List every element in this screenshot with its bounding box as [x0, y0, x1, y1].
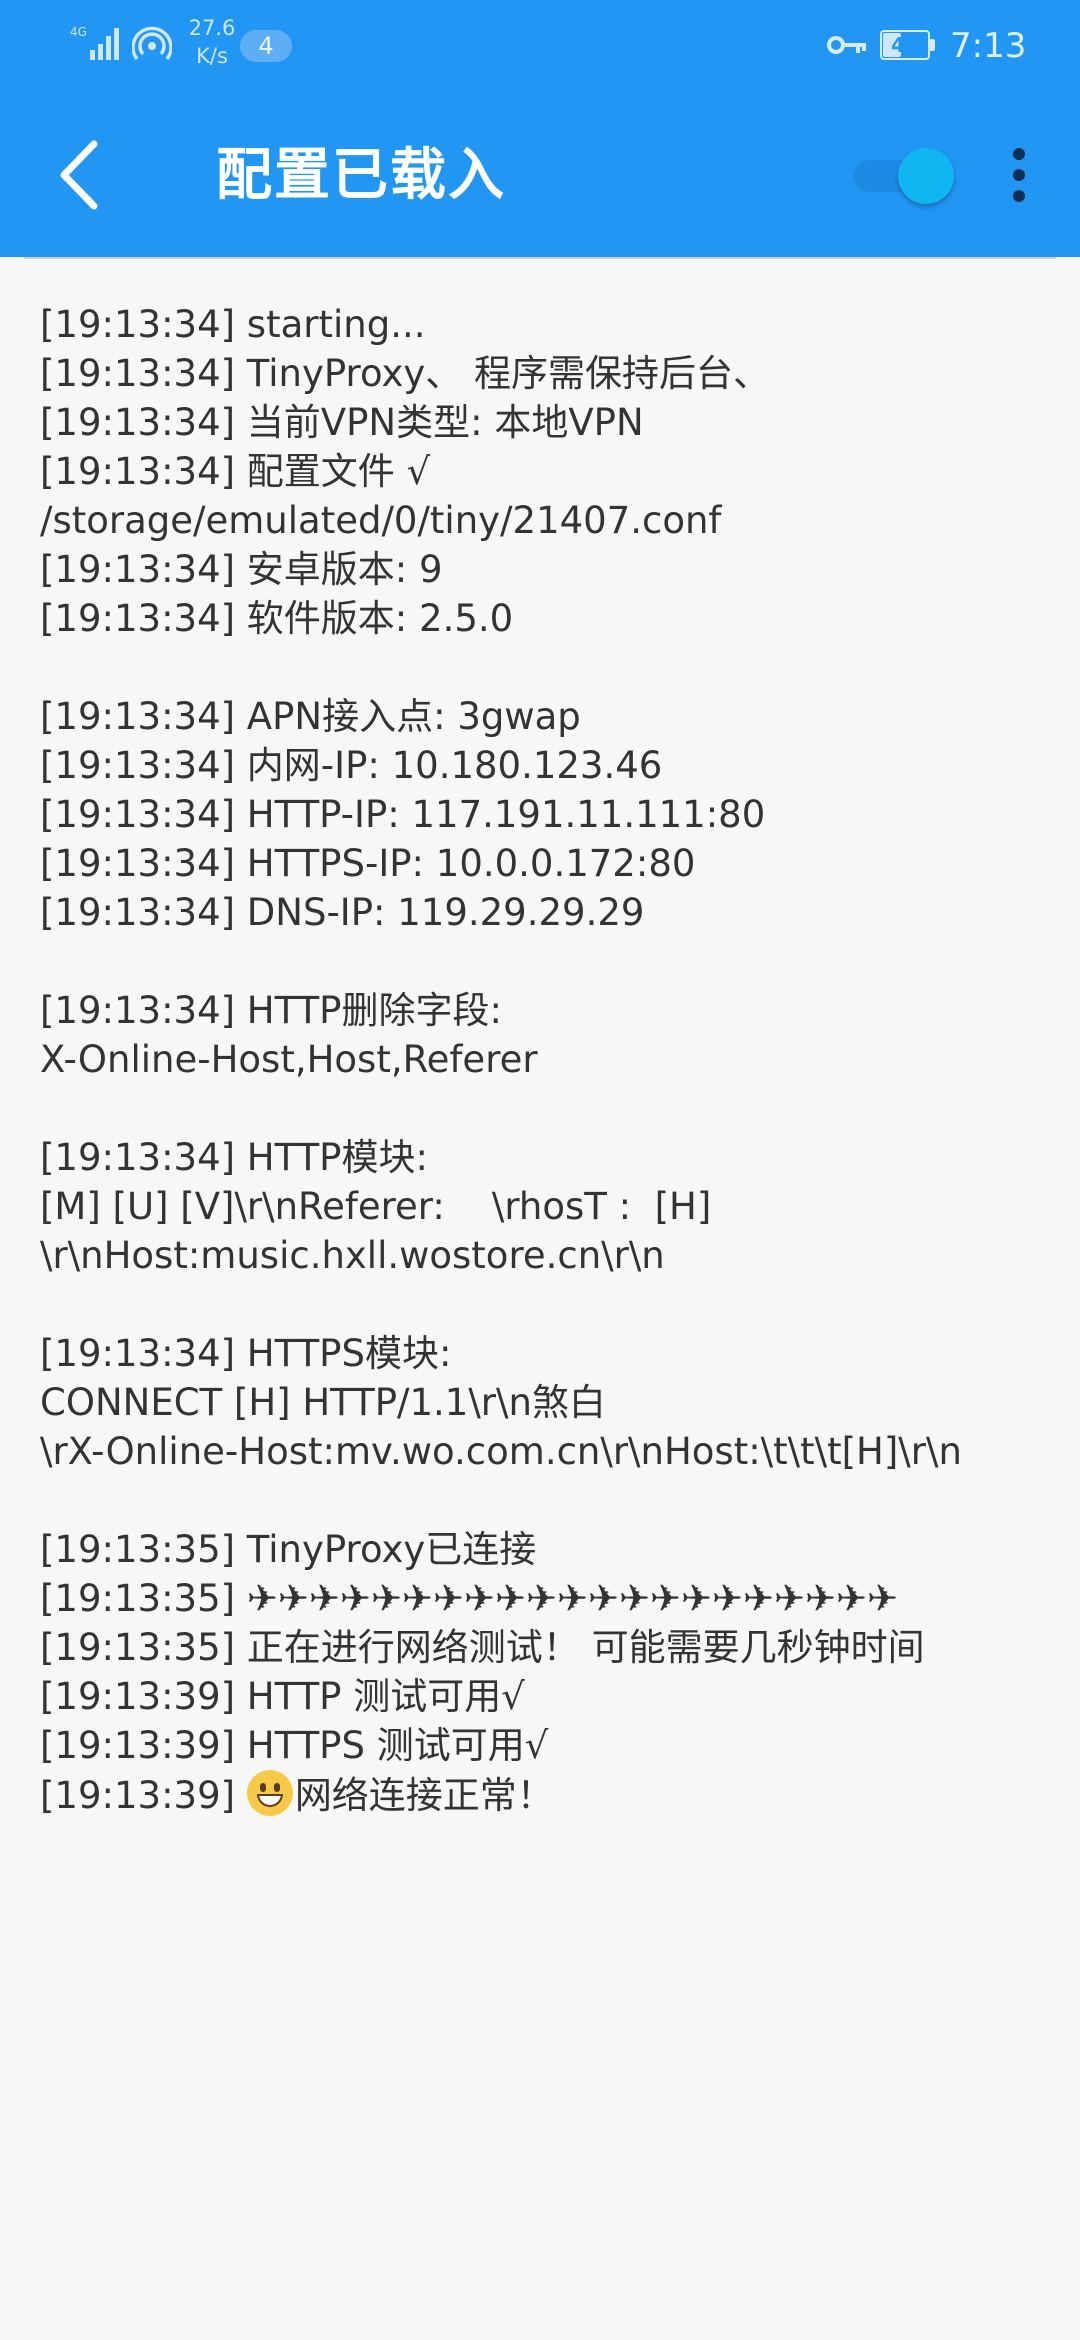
vpn-key-icon	[827, 36, 866, 54]
log-spacer	[40, 1084, 1050, 1133]
log-line: /storage/emulated/0/tiny/21407.conf	[40, 499, 722, 542]
log-line: [19:13:35] 正在进行网络测试！ 可能需要几秒钟时间	[40, 1626, 925, 1669]
log-line: [19:13:34] APN接入点: 3gwap	[40, 695, 581, 738]
page-title: 配置已载入	[216, 143, 506, 208]
app-bar: 4G 27.6 K/s 4 41 7:13 配置已载入	[0, 0, 1080, 257]
log-line: [M] [U] [V]\r\nReferer: \rhosT : [H]	[40, 1185, 712, 1228]
log-line: [19:13:34] starting...	[40, 303, 426, 346]
battery-icon: 41	[880, 30, 936, 60]
grinning-face-icon	[246, 1770, 293, 1816]
divider	[24, 257, 1056, 259]
log-line: [19:13:34] DNS-IP: 119.29.29.29	[40, 891, 645, 934]
log-line: [19:13:35] TinyProxy已连接	[40, 1528, 537, 1571]
log-line: \rX-Online-Host:mv.wo.com.cn\r\nHost:\t\…	[40, 1430, 962, 1473]
vpn-toggle[interactable]	[854, 148, 956, 204]
status-bar: 4G 27.6 K/s 4 41 7:13	[0, 0, 1080, 92]
log-line: [19:13:39] 网络连接正常！	[40, 1770, 1050, 1820]
log-line: [19:13:34] HTTP删除字段:	[40, 989, 502, 1032]
log-spacer	[40, 1280, 1050, 1329]
log-line: [19:13:39] HTTP 测试可用√	[40, 1675, 525, 1718]
log-timestamp: [19:13:39]	[40, 1774, 247, 1817]
log-line: [19:13:34] HTTPS模块:	[40, 1332, 452, 1375]
log-line: [19:13:34] 软件版本: 2.5.0	[40, 597, 514, 640]
more-vertical-icon	[1013, 148, 1025, 160]
network-speed: 27.6 K/s	[188, 16, 236, 68]
log-message: 网络连接正常！	[294, 1774, 554, 1817]
hotspot-icon	[132, 26, 172, 61]
log-line: X-Online-Host,Host,Referer	[40, 1038, 538, 1081]
battery-level: 41	[891, 33, 919, 57]
more-menu-button[interactable]	[1000, 140, 1040, 210]
log-line: [19:13:34] TinyProxy、 程序需保持后台、	[40, 352, 771, 395]
log-spacer	[40, 1476, 1050, 1525]
log-line: [19:13:34] 安卓版本: 9	[40, 548, 443, 591]
back-button[interactable]	[46, 130, 118, 220]
log-spacer	[40, 937, 1050, 986]
log-spacer	[40, 643, 1050, 692]
notification-count-badge: 4	[240, 30, 292, 62]
log-line: \r\nHost:music.hxll.wostore.cn\r\n	[40, 1234, 665, 1277]
signal-strength-icon: 4G	[70, 25, 119, 60]
log-line: [19:13:34] 当前VPN类型: 本地VPN	[40, 401, 644, 444]
log-line: [19:13:34] HTTP模块:	[40, 1136, 428, 1179]
log-line: [19:13:34] 内网-IP: 10.180.123.46	[40, 744, 663, 787]
log-line: [19:13:34] HTTP-IP: 117.191.11.111:80	[40, 793, 766, 836]
log-line: CONNECT [H] HTTP/1.1\r\n煞白	[40, 1381, 606, 1424]
chevron-left-icon	[60, 140, 98, 210]
log-line: [19:13:39] HTTPS 测试可用√	[40, 1724, 549, 1767]
svg-text:4G: 4G	[70, 25, 87, 39]
log-line: [19:13:35] ✈✈✈✈✈✈✈✈✈✈✈✈✈✈✈✈✈✈✈✈✈	[40, 1577, 898, 1620]
log-output: [19:13:34] starting... [19:13:34] TinyPro…	[40, 300, 1050, 1820]
clock: 7:13	[950, 26, 1027, 66]
log-line: [19:13:34] HTTPS-IP: 10.0.0.172:80	[40, 842, 696, 885]
log-line: [19:13:34] 配置文件 √	[40, 450, 431, 493]
